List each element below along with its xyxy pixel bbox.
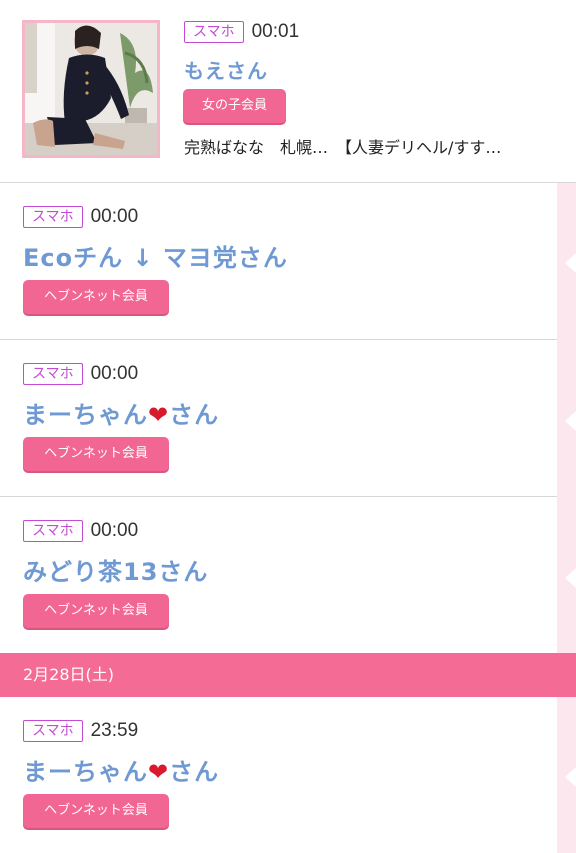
heaven-net-member-button[interactable]: ヘブンネット会員: [23, 794, 169, 828]
user-name-prefix: まーちゃん: [23, 758, 148, 786]
smartphone-badge: スマホ: [184, 21, 244, 43]
heaven-net-member-button[interactable]: ヘブンネット会員: [23, 280, 169, 314]
smartphone-badge: スマホ: [23, 206, 83, 228]
profile-photo-image: [25, 23, 157, 155]
user-name[interactable]: Ecoチん ↓ マヨ党さん: [23, 238, 288, 273]
user-name[interactable]: もえさん: [184, 55, 268, 84]
heaven-net-member-button[interactable]: ヘブンネット会員: [23, 437, 169, 471]
profile-thumbnail[interactable]: [22, 20, 160, 158]
user-name-suffix: さん: [169, 401, 220, 429]
heaven-net-member-button[interactable]: ヘブンネット会員: [23, 594, 169, 628]
heart-icon: ❤: [148, 401, 170, 429]
user-name[interactable]: みどり茶13さん: [23, 552, 208, 587]
strip-notch: [565, 767, 576, 787]
girl-member-button[interactable]: 女の子会員: [183, 89, 286, 123]
post-time: 00:00: [90, 206, 139, 227]
right-side-strip: [557, 183, 576, 653]
top-entry-card[interactable]: スマホ 00:01 もえさん 女の子会員 完熟ばなな 札幌… 【人妻デリヘル/す…: [0, 0, 576, 183]
heart-icon: ❤: [148, 758, 170, 786]
post-time: 00:01: [251, 21, 300, 42]
user-name-prefix: まーちゃん: [23, 401, 148, 429]
user-name[interactable]: まーちゃん❤さん: [23, 395, 219, 430]
right-side-strip: [557, 697, 576, 853]
smartphone-badge: スマホ: [23, 720, 83, 742]
shop-description[interactable]: 完熟ばなな 札幌… 【人妻デリヘル/すす…: [184, 134, 501, 158]
list-item[interactable]: スマホ 00:00 みどり茶13さん ヘブンネット会員: [0, 497, 557, 653]
smartphone-badge: スマホ: [23, 363, 83, 385]
post-time: 00:00: [90, 520, 139, 541]
post-time: 00:00: [90, 363, 139, 384]
strip-notch: [565, 253, 576, 273]
date-header: 2月28日(土): [0, 653, 576, 697]
list-item[interactable]: スマホ 23:59 まーちゃん❤さん ヘブンネット会員: [0, 697, 557, 853]
strip-notch: [565, 568, 576, 588]
user-name[interactable]: まーちゃん❤さん: [23, 752, 219, 787]
strip-notch: [565, 411, 576, 431]
user-name-suffix: さん: [169, 758, 220, 786]
list-item[interactable]: スマホ 00:00 Ecoチん ↓ マヨ党さん ヘブンネット会員: [0, 183, 557, 340]
smartphone-badge: スマホ: [23, 520, 83, 542]
post-time: 23:59: [90, 720, 139, 741]
list-item[interactable]: スマホ 00:00 まーちゃん❤さん ヘブンネット会員: [0, 340, 557, 497]
